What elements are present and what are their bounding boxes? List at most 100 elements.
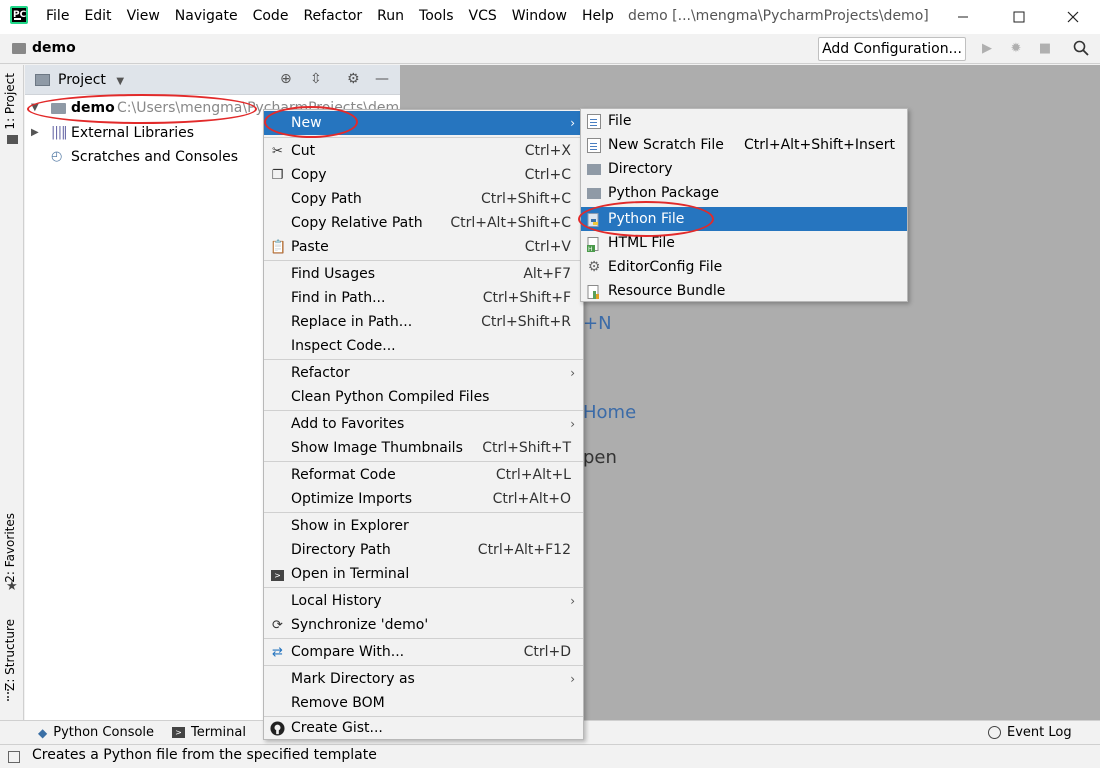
menu-item-replace-in-path[interactable]: Replace in Path... Ctrl+Shift+R bbox=[264, 310, 583, 334]
submenu-item-resource-bundle[interactable]: Resource Bundle bbox=[581, 279, 907, 303]
close-window-button[interactable] bbox=[1050, 4, 1096, 30]
submenu-item-html-file[interactable]: H HTML File bbox=[581, 231, 907, 255]
menu-item-find-in-path[interactable]: Find in Path... Ctrl+Shift+F bbox=[264, 286, 583, 310]
menu-tools[interactable]: Tools bbox=[419, 8, 454, 24]
menu-run[interactable]: Run bbox=[377, 8, 404, 24]
menu-item-clean-python[interactable]: Clean Python Compiled Files bbox=[264, 385, 583, 409]
structure-icon bbox=[7, 689, 17, 701]
maximize-icon bbox=[1013, 11, 1025, 23]
menu-item-open-in-terminal[interactable]: > Open in Terminal bbox=[264, 562, 583, 586]
menu-item-inspect-code[interactable]: Inspect Code... bbox=[264, 334, 583, 358]
minimize-button[interactable] bbox=[940, 4, 986, 30]
submenu-item-scratch-file[interactable]: New Scratch File Ctrl+Alt+Shift+Insert bbox=[581, 133, 907, 157]
terminal-icon: > bbox=[172, 727, 185, 738]
add-configuration-button[interactable]: Add Configuration... bbox=[818, 37, 966, 61]
menu-item-optimize-imports[interactable]: Optimize Imports Ctrl+Alt+O bbox=[264, 487, 583, 511]
chevron-right-icon: › bbox=[570, 366, 575, 380]
menu-navigate[interactable]: Navigate bbox=[175, 8, 238, 24]
status-toggle-icon[interactable] bbox=[8, 751, 20, 763]
menu-window[interactable]: Window bbox=[512, 8, 567, 24]
project-view-selector[interactable]: Project ▼ bbox=[58, 72, 124, 88]
menu-item-create-gist[interactable]: Create Gist... bbox=[264, 716, 583, 740]
gear-icon[interactable]: ⚙ bbox=[347, 71, 360, 87]
menu-view[interactable]: View bbox=[127, 8, 160, 24]
maximize-button[interactable] bbox=[996, 4, 1042, 30]
project-view-icon bbox=[35, 74, 50, 86]
chevron-right-icon: › bbox=[570, 672, 575, 686]
chevron-right-icon[interactable]: ▶ bbox=[31, 121, 39, 145]
menu-item-cut[interactable]: ✂ Cut Ctrl+X bbox=[264, 139, 583, 163]
breadcrumb-project[interactable]: demo bbox=[32, 40, 76, 56]
submenu-item-editorconfig[interactable]: ⚙ EditorConfig File bbox=[581, 255, 907, 279]
hide-panel-icon[interactable]: — bbox=[375, 71, 389, 87]
menu-item-add-favorites[interactable]: Add to Favorites › bbox=[264, 412, 583, 436]
folder-icon bbox=[12, 43, 26, 54]
python-file-icon bbox=[587, 212, 601, 227]
menu-item-remove-bom[interactable]: Remove BOM bbox=[264, 691, 583, 715]
menu-item-compare-with[interactable]: ⇄ Compare With... Ctrl+D bbox=[264, 640, 583, 664]
search-icon[interactable] bbox=[1072, 40, 1090, 58]
submenu-item-directory[interactable]: Directory bbox=[581, 157, 907, 181]
menu-item-refactor[interactable]: Refactor › bbox=[264, 361, 583, 385]
menu-separator bbox=[264, 410, 583, 411]
debug-icon[interactable]: ✹ bbox=[1007, 40, 1025, 58]
menu-item-find-usages[interactable]: Find Usages Alt+F7 bbox=[264, 262, 583, 286]
menu-edit[interactable]: Edit bbox=[84, 8, 111, 24]
collapse-all-icon[interactable]: ⇳ bbox=[310, 71, 322, 87]
window-title: demo [...\mengma\PycharmProjects\demo] bbox=[628, 8, 929, 24]
file-icon bbox=[587, 114, 601, 129]
menu-separator bbox=[264, 359, 583, 360]
menu-item-show-in-explorer[interactable]: Show in Explorer bbox=[264, 514, 583, 538]
menu-item-reformat-code[interactable]: Reformat Code Ctrl+Alt+L bbox=[264, 463, 583, 487]
menu-item-copy[interactable]: ❐ Copy Ctrl+C bbox=[264, 163, 583, 187]
menu-help[interactable]: Help bbox=[582, 8, 614, 24]
menu-file[interactable]: File bbox=[46, 8, 69, 24]
package-icon bbox=[587, 188, 601, 199]
python-console-tab[interactable]: ◆ Python Console bbox=[38, 725, 154, 740]
menu-item-directory-path[interactable]: Directory Path Ctrl+Alt+F12 bbox=[264, 538, 583, 562]
menu-separator bbox=[264, 665, 583, 666]
menu-item-paste[interactable]: 📋 Paste Ctrl+V bbox=[264, 235, 583, 259]
terminal-tab[interactable]: > Terminal bbox=[172, 725, 246, 740]
svg-text:H: H bbox=[588, 246, 593, 252]
status-message: Creates a Python file from the specified… bbox=[32, 747, 377, 763]
submenu-item-file[interactable]: File bbox=[581, 109, 907, 133]
editor-hint-open: pen bbox=[583, 447, 617, 468]
menu-separator bbox=[264, 512, 583, 513]
pycharm-logo-icon: PC bbox=[10, 6, 28, 24]
refresh-icon: ⟳ bbox=[272, 618, 283, 633]
menu-item-synchronize[interactable]: ⟳ Synchronize 'demo' bbox=[264, 613, 583, 637]
submenu-item-python-file[interactable]: Python File bbox=[581, 207, 907, 231]
compare-icon: ⇄ bbox=[272, 645, 283, 660]
resource-bundle-icon bbox=[587, 284, 601, 299]
menu-item-show-thumbnails[interactable]: Show Image Thumbnails Ctrl+Shift+T bbox=[264, 436, 583, 460]
tab-project[interactable]: 1: Project bbox=[3, 73, 17, 130]
editor-hint-shortcut: +N bbox=[583, 313, 612, 334]
menu-item-mark-directory[interactable]: Mark Directory as › bbox=[264, 667, 583, 691]
event-log-tab[interactable]: Event Log bbox=[988, 725, 1072, 740]
menu-item-copy-path[interactable]: Copy Path Ctrl+Shift+C bbox=[264, 187, 583, 211]
html-file-icon: H bbox=[587, 236, 601, 253]
close-icon bbox=[1067, 11, 1079, 23]
menu-item-local-history[interactable]: Local History › bbox=[264, 589, 583, 613]
submenu-item-python-package[interactable]: Python Package bbox=[581, 181, 907, 205]
locate-icon[interactable]: ⊕ bbox=[280, 71, 292, 87]
copy-icon: ❐ bbox=[271, 168, 284, 183]
stop-icon[interactable]: ■ bbox=[1036, 40, 1054, 58]
project-panel-header: Project ▼ ⊕ ⇳ ⚙ — bbox=[25, 65, 400, 95]
tab-structure[interactable]: Z: Structure bbox=[3, 619, 17, 691]
scratches-icon: ◴ bbox=[51, 149, 63, 164]
menu-vcs[interactable]: VCS bbox=[469, 8, 497, 24]
menu-item-copy-relative-path[interactable]: Copy Relative Path Ctrl+Alt+Shift+C bbox=[264, 211, 583, 235]
chevron-down-icon: ▼ bbox=[116, 76, 125, 87]
menu-separator bbox=[264, 587, 583, 588]
scissors-icon: ✂ bbox=[272, 144, 283, 159]
menu-refactor[interactable]: Refactor bbox=[303, 8, 362, 24]
run-icon[interactable]: ▶ bbox=[978, 40, 996, 58]
event-log-icon bbox=[988, 726, 1001, 739]
gear-icon: ⚙ bbox=[587, 259, 601, 275]
menu-item-new[interactable]: New › bbox=[264, 111, 583, 135]
chevron-down-icon[interactable]: ▼ bbox=[31, 96, 39, 120]
tab-favorites[interactable]: 2: Favorites bbox=[3, 513, 17, 583]
menu-code[interactable]: Code bbox=[253, 8, 289, 24]
